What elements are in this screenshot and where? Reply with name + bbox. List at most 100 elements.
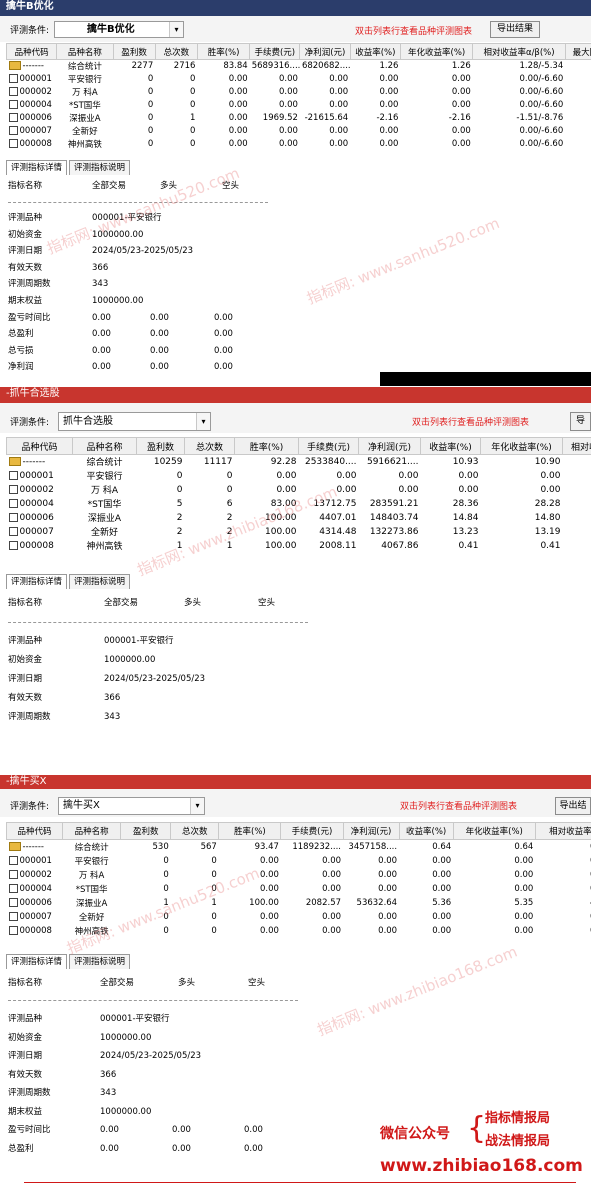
- column-header[interactable]: 盈利数: [120, 822, 172, 840]
- column-header[interactable]: 品种代码: [5, 43, 58, 60]
- column-header[interactable]: 胜率(%): [196, 43, 251, 60]
- table-row[interactable]: 000001 平安银行 0 0 0.00 0.00 0.00 0.00 0.00 0.00/-6.…: [7, 73, 591, 86]
- table-row[interactable]: 000004*ST国华000.000.000.000.000.000.0: [7, 882, 591, 896]
- tab-metric-details[interactable]: 评测指标详情: [6, 160, 68, 175]
- table-row[interactable]: 000006 深振业A 1 1 100.00 2082.57 53632.64 5.36 5.3…: [7, 896, 591, 910]
- column-header[interactable]: 胜率(%): [234, 437, 299, 455]
- table-row[interactable]: 000008 神州高铁 1 1 100.00 2008.11 4067.86 0.41 0.41: [7, 539, 591, 553]
- export-button[interactable]: 导: [570, 412, 591, 431]
- panel3-condition-select[interactable]: 擒牛买X ▾: [58, 797, 205, 815]
- column-header[interactable]: 盈利数: [136, 437, 185, 455]
- column-header[interactable]: 相对收: [562, 437, 591, 455]
- checkbox-icon[interactable]: [8, 126, 18, 135]
- checkbox-icon[interactable]: [8, 484, 18, 494]
- table-row[interactable]: 000001平安银行000.000.000.000.000.000.0: [7, 854, 591, 868]
- table-cell: 0: [190, 126, 196, 136]
- checkbox-icon[interactable]: [8, 911, 18, 921]
- column-header[interactable]: 品种名称: [56, 43, 114, 60]
- column-header[interactable]: 品种代码: [6, 437, 73, 455]
- panel2-titlebar: -抓牛合选股: [0, 387, 591, 403]
- column-header[interactable]: 总次数: [154, 43, 198, 60]
- column-header[interactable]: 收益率(%): [420, 437, 481, 455]
- panel2-condition-select[interactable]: 抓牛合选股 ▾: [58, 412, 211, 431]
- column-header[interactable]: 最大回: [564, 43, 591, 60]
- checkbox-icon[interactable]: [8, 869, 18, 879]
- panel2-cond-label: 评测条件:: [10, 418, 50, 428]
- column-header[interactable]: 相对收益率: [534, 822, 591, 840]
- checkbox-icon[interactable]: [8, 470, 18, 480]
- column-header[interactable]: 年化收益率(%): [399, 43, 474, 60]
- table-row[interactable]: 000007 全新好 0 0 0.00 0.00 0.00 0.00 0.00 0.00/-6.6…: [7, 125, 591, 138]
- table-row[interactable]: 000002万 科A000.000.000.000.000.000.0: [7, 868, 591, 882]
- table-row[interactable]: ------- 综合统计 530 567 93.47 1189232.... 3457158…: [7, 840, 591, 854]
- column-header[interactable]: 品种代码: [5, 822, 64, 840]
- tab-metric-details[interactable]: 评测指标详情: [6, 954, 68, 969]
- column-header[interactable]: 盈利数: [112, 43, 156, 60]
- panel1-results-table[interactable]: 品种代码 品种名称 盈利数 总次数 胜率(%) 手续费(元) 净利润(元) 收益率(%) 年化收…: [5, 43, 591, 151]
- table-cell: 0.00: [378, 925, 398, 936]
- panel1-title: 擒牛B优化: [6, 1, 54, 12]
- panel1-tabs: 评测指标详情 评测指标说明: [6, 160, 132, 175]
- symbol-code: 000007: [19, 526, 54, 537]
- table-row[interactable]: ------- 综合统计 10259 11117 92.28 2533840.... 591…: [7, 455, 591, 469]
- checkbox-icon[interactable]: [8, 74, 18, 83]
- export-button[interactable]: 导出结: [555, 797, 591, 815]
- stat-header: 多头: [184, 598, 202, 608]
- symbol-code: 000002: [19, 484, 54, 495]
- table-cell: 10.93: [452, 456, 479, 467]
- column-header[interactable]: 手续费(元): [249, 43, 301, 60]
- column-header[interactable]: 净利润(元): [299, 43, 351, 60]
- stat-label: 评测日期: [8, 1051, 43, 1061]
- checkbox-icon[interactable]: [8, 100, 18, 109]
- column-header[interactable]: 年化收益率(%): [480, 437, 563, 455]
- column-header[interactable]: 总次数: [184, 437, 235, 455]
- checkbox-icon[interactable]: [8, 512, 18, 522]
- checkbox-icon[interactable]: [8, 526, 18, 536]
- column-header[interactable]: 相对收益率α/β(%): [472, 43, 566, 60]
- chevron-down-icon[interactable]: ▾: [196, 413, 210, 430]
- tab-metric-explanation[interactable]: 评测指标说明: [69, 954, 131, 969]
- column-header[interactable]: 手续费(元): [280, 822, 344, 840]
- checkbox-icon[interactable]: [8, 540, 18, 550]
- table-row[interactable]: 000004 *ST国华 0 0 0.00 0.00 0.00 0.00 0.00 0.00/-6…: [7, 99, 591, 112]
- table-row[interactable]: 000008 神州高铁 0 0 0.00 0.00 0.00 0.00 0.00 0.00/-6.…: [7, 138, 591, 151]
- checkbox-icon[interactable]: [8, 139, 18, 148]
- checkbox-icon[interactable]: [8, 87, 18, 96]
- column-header[interactable]: 收益率(%): [349, 43, 401, 60]
- column-header[interactable]: 收益率(%): [398, 822, 454, 840]
- table-cell: 0.00: [279, 87, 298, 97]
- table-cell: 0.00: [322, 925, 342, 936]
- chevron-down-icon[interactable]: ▾: [190, 798, 204, 814]
- column-header[interactable]: 年化收益率(%): [452, 822, 536, 840]
- panel1-condition-row: 评测条件: 擒牛B优化 ▾ 双击列表行查看品种评测图表 导出结果: [0, 16, 591, 42]
- checkbox-icon[interactable]: [8, 113, 18, 122]
- table-row[interactable]: 000002 万 科A 0 0 0.00 0.00 0.00 0.00 0.00 0.00/-6.…: [7, 86, 591, 99]
- panel1-condition-select[interactable]: 擒牛B优化 ▾: [54, 21, 184, 38]
- checkbox-icon[interactable]: [8, 855, 18, 865]
- column-header[interactable]: 品种名称: [62, 822, 122, 840]
- column-header[interactable]: 净利润(元): [358, 437, 421, 455]
- column-header[interactable]: 净利润(元): [342, 822, 400, 840]
- column-header[interactable]: 品种名称: [72, 437, 137, 455]
- table-row[interactable]: 000006 深振业A 0 1 0.00 1969.52 -21615.64 -2.16 -2.…: [7, 112, 591, 125]
- table-row[interactable]: 000001 平安银行 0 0 0.00 0.00 0.00 0.00 0.00: [7, 469, 591, 483]
- tab-metric-explanation[interactable]: 评测指标说明: [69, 574, 131, 589]
- checkbox-icon[interactable]: [8, 498, 18, 508]
- table-row[interactable]: 000007全新好000.000.000.000.000.000.0: [7, 910, 591, 924]
- chevron-down-icon[interactable]: ▾: [169, 22, 183, 37]
- stat-value: 366: [92, 262, 109, 273]
- table-row[interactable]: 000007 全新好 2 2 100.00 4314.48 132273.86 13.23 13…: [7, 525, 591, 539]
- column-header[interactable]: 胜率(%): [218, 822, 282, 840]
- export-button[interactable]: 导出结果: [490, 21, 540, 38]
- column-header[interactable]: 总次数: [170, 822, 220, 840]
- table-cell: 148403.74: [369, 512, 419, 523]
- tab-metric-explanation[interactable]: 评测指标说明: [69, 160, 131, 175]
- checkbox-icon[interactable]: [8, 883, 18, 893]
- checkbox-icon[interactable]: [8, 897, 18, 907]
- checkbox-icon[interactable]: [8, 925, 18, 935]
- tab-metric-details[interactable]: 评测指标详情: [6, 574, 68, 589]
- panel3-results-table[interactable]: 品种代码 品种名称 盈利数 总次数 胜率(%) 手续费(元) 净利润(元) 收益率(%) 年化收…: [5, 822, 591, 938]
- table-row[interactable]: ------- 综合统计 2277 2716 83.84 5689316.... 68206…: [7, 60, 591, 73]
- table-cell: 0: [163, 869, 169, 880]
- column-header[interactable]: 手续费(元): [298, 437, 359, 455]
